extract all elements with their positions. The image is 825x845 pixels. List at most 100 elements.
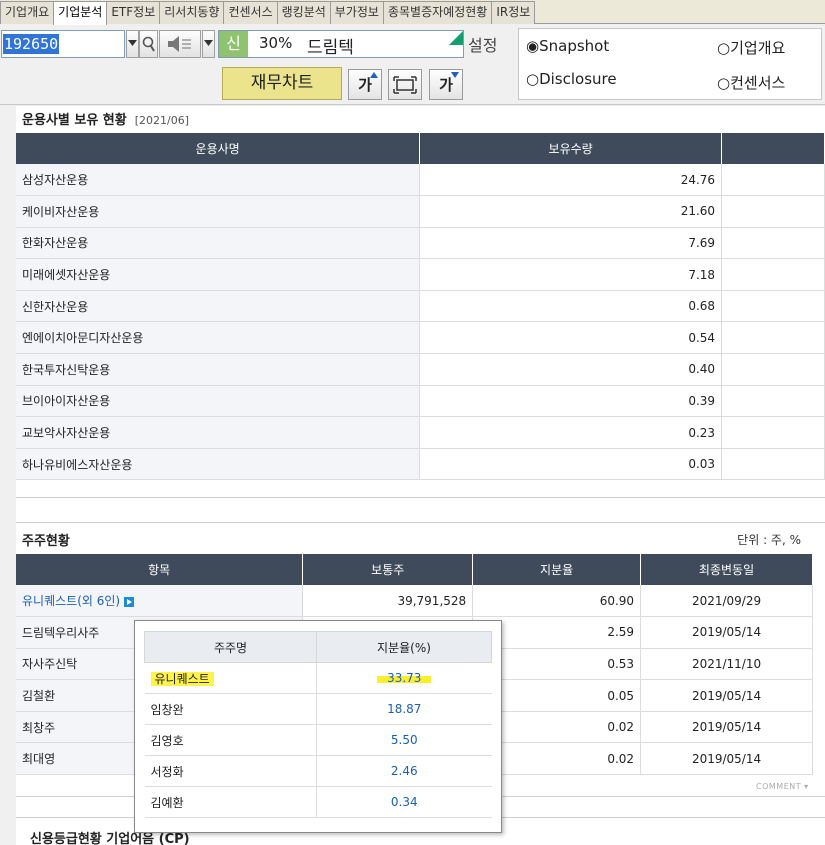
corner-triangle-icon [449,31,463,45]
fund-value: 0.39 [419,385,723,418]
popup-holder-name: 임창완 [144,693,317,725]
popup-holder-ratio: 0.34 [316,786,492,818]
fund-value: 0.40 [419,353,723,386]
empty-cell [721,385,825,418]
tab-etf-info[interactable]: ETF정보 [106,1,161,24]
popup-row: 유니퀘스트 33.73 [144,662,492,694]
fund-value: 24.76 [419,164,723,197]
tab-company-overview[interactable]: 기업개요 [0,1,55,24]
stock-name-box[interactable]: 신 30% 드림텍 [218,30,464,58]
font-up-label: 가 [358,76,372,94]
empty-cell [721,227,825,260]
shareholder-name[interactable]: 유니퀘스트(외 6인) [16,585,304,618]
radio-company-overview[interactable]: ○기업개요 [717,37,785,58]
financial-chart-button[interactable]: 재무차트 [222,67,342,100]
popup-holder-ratio: 18.87 [316,693,492,725]
empty-cell [721,195,825,228]
radio-snapshot[interactable]: ◉Snapshot [526,37,609,55]
fund-name: 미래에셋자산운용 [16,258,421,291]
search-button[interactable] [139,30,158,58]
fund-name: 한국투자신탁운용 [16,353,421,386]
shareholder-date: 2019/05/14 [640,742,813,776]
unit-label: 단위 : 주, % [737,533,801,547]
view-mode-panel: ◉Snapshot ○기업개요 ○Disclosure ○컨센서스 [518,28,822,100]
popup-holder-name: 김영호 [144,724,317,756]
tab-research[interactable]: 리서치동향 [159,1,225,24]
fund-section-title: 운용사별 보유 현황 [2021/06] [22,109,189,128]
speaker-button[interactable] [159,30,201,58]
empty-cell [721,353,825,386]
empty-cell [721,448,825,481]
triangle-down-icon [451,72,459,78]
tab-ir-info[interactable]: IR정보 [491,1,536,24]
popup-holder-name: 서정화 [144,755,317,787]
chevron-down-icon [204,40,213,46]
tab-ranking[interactable]: 랭킹분석 [276,1,331,24]
search-icon [142,36,155,52]
setting-link[interactable]: 설정 [468,32,497,56]
shareholder-date: 2019/05/14 [640,711,813,744]
shareholder-link[interactable]: 유니퀘스트(외 6인) [22,594,120,608]
fund-holdings-table: 운용사명 보유수량 삼성자산운용 24.76 케이비자산운용 21.60 한화자산운… [16,133,825,481]
shareholder-shares: 39,791,528 [302,585,474,618]
font-size-down-button[interactable]: 가 [429,69,463,100]
content-area: 운용사별 보유 현황 [2021/06] 운용사명 보유수량 삼성자산운용 24.7… [0,106,825,845]
radio-company-overview-label: 기업개요 [730,39,786,57]
comment-label: COMMENT [756,782,802,791]
fund-name: 하나유비에스자산운용 [16,448,421,481]
col-fund-name: 운용사명 [16,133,421,164]
table-row: 유니퀘스트(외 6인) 39,791,528 60.90 2021/09/29 [16,585,813,618]
table-row: 신한자산운용 0.68 [16,290,825,323]
popup-holder-ratio: 33.73 [316,662,492,694]
radio-disclosure[interactable]: ○Disclosure [526,70,617,88]
popup-holder-name: 김예환 [144,786,317,818]
fund-value: 0.68 [419,290,723,323]
table-row: 브이아이자산운용 0.39 [16,385,825,418]
shareholder-section-title: 주주현황 [22,534,70,549]
empty-cell [721,290,825,323]
table-row: 한화자산운용 7.69 [16,227,825,260]
col-common-shares: 보통주 [302,554,474,585]
expand-arrow-icon[interactable] [124,596,135,607]
fund-name: 한화자산운용 [16,227,421,260]
table-row: 삼성자산운용 24.76 [16,164,825,197]
toolbar: 192650 신 30% 드림텍 설정 재무차트 가 가 ◉Snapshot ○… [0,25,825,105]
stock-code-input[interactable]: 192650 [1,30,125,58]
fund-name: 케이비자산운용 [16,195,421,228]
table-row: 교보악사자산운용 0.23 [16,416,825,449]
col-extra [721,133,825,164]
fund-name: 브이아이자산운용 [16,385,421,418]
fund-name: 교보악사자산운용 [16,416,421,449]
tab-additional-info[interactable]: 부가정보 [329,1,384,24]
fund-value: 21.60 [419,195,723,228]
shareholder-date: 2021/09/29 [640,585,813,618]
fund-name: 삼성자산운용 [16,164,421,197]
new-badge: 신 [219,31,248,57]
popup-holder-ratio: 2.46 [316,755,492,787]
highlighted-name: 유니퀘스트 [150,671,214,686]
fund-value: 0.03 [419,448,723,481]
empty-cell [721,416,825,449]
speaker-dropdown-button[interactable] [202,30,215,58]
popup-holder-name: 유니퀘스트 [144,662,317,694]
radio-consensus[interactable]: ○컨센서스 [717,72,785,93]
code-dropdown-button[interactable] [126,30,139,58]
comment-toggle[interactable]: COMMENT ▾ [756,782,809,791]
empty-cell [721,321,825,355]
fit-screen-button[interactable] [388,69,422,100]
section-divider [16,497,825,498]
fund-value: 0.54 [419,321,723,355]
radio-consensus-label: 컨센서스 [730,74,786,92]
col-holding-qty: 보유수량 [419,133,723,164]
font-down-label: 가 [439,76,453,94]
font-size-up-button[interactable]: 가 [348,69,382,100]
tab-capital-increase[interactable]: 종목별증자예정현황 [382,1,493,24]
tab-company-analysis[interactable]: 기업분석 [53,1,108,25]
expand-icon [393,76,417,94]
fund-name: 신한자산운용 [16,290,421,323]
tab-consensus[interactable]: 컨센서스 [223,1,278,24]
table-row: 한국투자신탁운용 0.40 [16,353,825,386]
triangle-up-icon [370,72,378,78]
col-last-change: 최종변동일 [640,554,813,585]
fund-name: 엔에이치아문디자산운용 [16,321,421,355]
